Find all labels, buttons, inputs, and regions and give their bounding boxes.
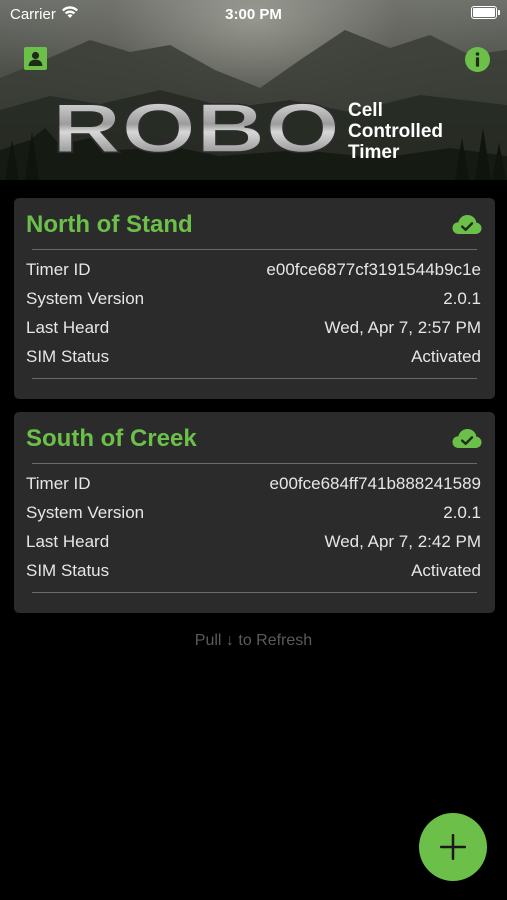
card-divider [32, 592, 477, 593]
status-bar: Carrier 3:00 PM [0, 0, 507, 28]
add-timer-button[interactable] [419, 813, 487, 881]
battery-icon [471, 6, 500, 19]
card-divider [32, 463, 477, 464]
row-value: 2.0.1 [443, 503, 481, 522]
timer-id-row: Timer ID e00fce6877cf3191544b9c1e [26, 260, 481, 282]
row-value: e00fce684ff741b888241589 [269, 474, 481, 493]
robo-logo: ROBO [52, 96, 341, 160]
pull-to-refresh-hint: Pull ↓ to Refresh [194, 632, 313, 649]
info-icon[interactable] [465, 47, 490, 72]
last-heard-row: Last Heard Wed, Apr 7, 2:57 PM [26, 318, 481, 340]
timer-id-row: Timer ID e00fce684ff741b888241589 [26, 474, 481, 496]
cloud-check-icon [452, 215, 482, 234]
header-banner: Carrier 3:00 PM ROBO Cell Controlled Tim… [0, 0, 507, 180]
logo-sub-line: Timer [348, 142, 400, 163]
logo-sub-line: Controlled [348, 121, 443, 142]
row-label: SIM Status [26, 561, 110, 580]
row-value: Wed, Apr 7, 2:42 PM [324, 532, 481, 551]
timer-name: South of Creek [26, 425, 197, 452]
timer-card[interactable]: North of Stand Timer ID e00fce6877cf3191… [14, 198, 495, 399]
row-label: SIM Status [26, 347, 110, 366]
clock: 3:00 PM [225, 6, 282, 23]
row-label: Timer ID [26, 260, 91, 279]
cloud-check-icon [452, 429, 482, 448]
card-divider [32, 249, 477, 250]
row-label: System Version [26, 289, 145, 308]
row-value: Activated [411, 561, 481, 580]
row-value: e00fce6877cf3191544b9c1e [266, 260, 481, 279]
plus-icon [440, 834, 466, 860]
sim-status-row: SIM Status Activated [26, 561, 481, 583]
timer-card[interactable]: South of Creek Timer ID e00fce684ff741b8… [14, 412, 495, 613]
logo-sub-line: Cell [348, 100, 383, 121]
row-label: Last Heard [26, 318, 110, 337]
system-version-row: System Version 2.0.1 [26, 503, 481, 525]
sim-status-row: SIM Status Activated [26, 347, 481, 369]
timer-name: North of Stand [26, 211, 193, 238]
row-label: Last Heard [26, 532, 110, 551]
logo-subtitle: Cell Controlled Timer [348, 100, 443, 163]
system-version-row: System Version 2.0.1 [26, 289, 481, 311]
row-label: Timer ID [26, 474, 91, 493]
logo-text: ROBO [52, 96, 340, 160]
row-value: Wed, Apr 7, 2:57 PM [324, 318, 481, 337]
last-heard-row: Last Heard Wed, Apr 7, 2:42 PM [26, 532, 481, 554]
contact-card-icon[interactable] [24, 47, 47, 70]
row-value: 2.0.1 [443, 289, 481, 308]
row-value: Activated [411, 347, 481, 366]
card-divider [32, 378, 477, 379]
row-label: System Version [26, 503, 145, 522]
